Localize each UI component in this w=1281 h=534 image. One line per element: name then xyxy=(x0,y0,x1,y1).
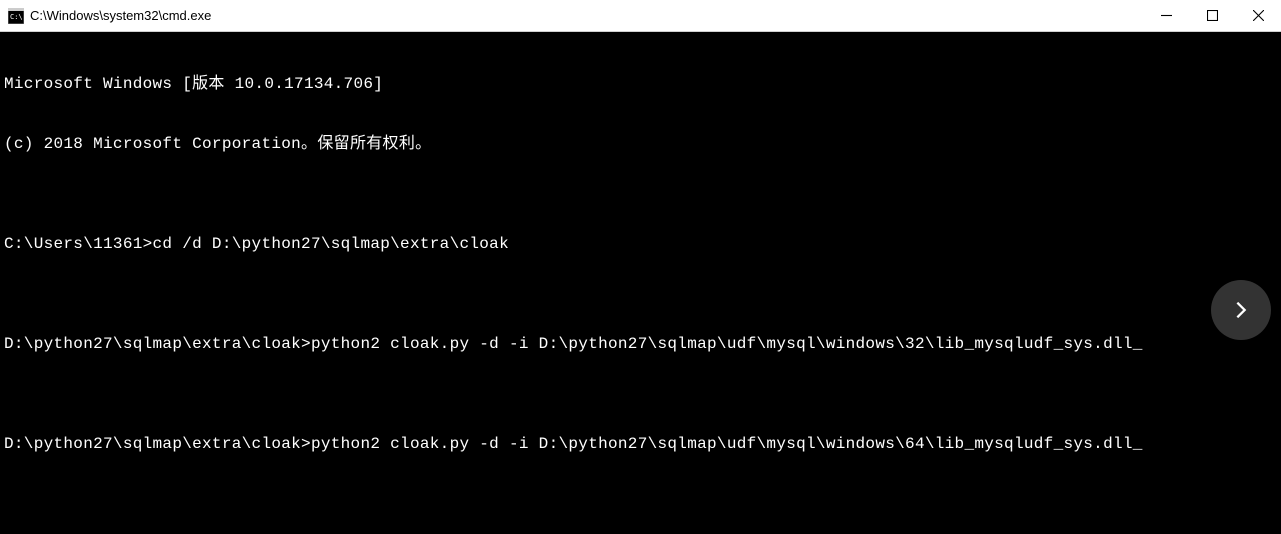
titlebar: C:\ C:\Windows\system32\cmd.exe xyxy=(0,0,1281,32)
next-overlay-button[interactable] xyxy=(1211,280,1271,340)
svg-text:C:\: C:\ xyxy=(10,13,23,21)
close-button[interactable] xyxy=(1235,0,1281,31)
maximize-button[interactable] xyxy=(1189,0,1235,31)
cmd-icon: C:\ xyxy=(8,8,24,24)
window-controls xyxy=(1143,0,1281,31)
terminal-area[interactable]: Microsoft Windows [版本 10.0.17134.706] (c… xyxy=(0,32,1281,534)
terminal-line: C:\Users\11361>cd /d D:\python27\sqlmap\… xyxy=(4,234,1277,254)
window-title: C:\Windows\system32\cmd.exe xyxy=(30,8,1143,23)
terminal-line: Microsoft Windows [版本 10.0.17134.706] xyxy=(4,74,1277,94)
minimize-button[interactable] xyxy=(1143,0,1189,31)
chevron-right-icon xyxy=(1230,299,1252,321)
terminal-line: D:\python27\sqlmap\extra\cloak>python2 c… xyxy=(4,434,1277,454)
terminal-line: D:\python27\sqlmap\extra\cloak>python2 c… xyxy=(4,334,1277,354)
terminal-line: (c) 2018 Microsoft Corporation。保留所有权利。 xyxy=(4,134,1277,154)
